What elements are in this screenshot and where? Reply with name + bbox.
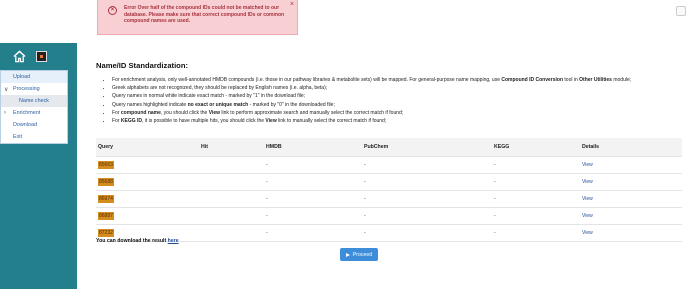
view-link[interactable]: View [582, 162, 593, 168]
query-cell: 86974 [98, 194, 114, 203]
instruction-item: Greek alphabets are not recognized, they… [112, 84, 631, 92]
col-header-pubchem: PubChem [364, 143, 389, 150]
save-icon[interactable] [36, 51, 47, 62]
table-row: 85663 - - - View [96, 156, 682, 173]
sidebar-item-processing[interactable]: ∨ Processing [1, 83, 67, 95]
col-header-details: Details [582, 143, 600, 150]
kegg-cell: - [494, 212, 496, 219]
hit-cell [201, 190, 266, 207]
results-table: Query Hit HMDB PubChem KEGG Details 8566… [96, 138, 682, 242]
page-title: Name/ID Standardization: [96, 61, 188, 70]
query-cell: 85688 [98, 177, 114, 186]
hmdb-cell: - [266, 161, 268, 168]
sidebar-item-label: Download [13, 122, 37, 128]
instruction-item: Query names in normal white indicate exa… [112, 92, 631, 100]
instructions-list: For enrichment analysis, only well-annot… [104, 76, 631, 125]
sidebar-item-exit[interactable]: Exit [1, 131, 67, 143]
toggle-box[interactable] [676, 6, 686, 16]
chevron-down-icon: ∨ [4, 86, 9, 93]
col-header-hit: Hit [201, 143, 208, 150]
proceed-label: Proceed [352, 251, 373, 258]
instruction-item: Query names highlighted indicate no exac… [112, 101, 631, 109]
pubchem-cell: - [364, 178, 366, 185]
hmdb-cell: - [266, 212, 268, 219]
kegg-cell: - [494, 195, 496, 202]
sidebar-item-label: Exit [13, 134, 22, 140]
download-link[interactable]: here [168, 238, 179, 244]
sidebar-item-label: Processing [13, 86, 40, 92]
sidebar-item-enrichment[interactable]: › Enrichment [1, 107, 67, 119]
error-label: Error [124, 5, 137, 11]
query-cell: 87232 [98, 228, 114, 237]
close-icon[interactable]: × [290, 1, 294, 8]
hit-cell [201, 207, 266, 224]
table-row: 86974 - - - View [96, 190, 682, 207]
sidebar-item-name-check[interactable]: Name check [1, 95, 67, 107]
sidebar-menu: Upload ∨ Processing Name check › Enrichmen… [0, 70, 68, 144]
table-row: 87232 - - - View [96, 224, 682, 241]
sidebar-item-upload[interactable]: Upload [1, 71, 67, 83]
sidebar-item-label: Enrichment [13, 110, 41, 116]
kegg-cell: - [494, 161, 496, 168]
hit-cell [201, 156, 266, 173]
view-link[interactable]: View [582, 213, 593, 219]
view-link[interactable]: View [582, 179, 593, 185]
table-row: 85688 - - - View [96, 173, 682, 190]
query-cell: 85663 [98, 160, 114, 169]
kegg-cell: - [494, 178, 496, 185]
chevron-right-icon: › [4, 110, 6, 116]
col-header-query: Query [98, 143, 113, 150]
query-cell: 86887 [98, 211, 114, 220]
sidebar: Upload ∨ Processing Name check › Enrichmen… [0, 43, 77, 289]
pubchem-cell: - [364, 229, 366, 236]
error-icon: × [108, 6, 117, 15]
instruction-item: For KEGG ID, it is possible to have mult… [112, 117, 631, 125]
play-icon [345, 252, 350, 257]
col-header-kegg: KEGG [494, 143, 510, 150]
hit-cell [201, 173, 266, 190]
hmdb-cell: - [266, 178, 268, 185]
kegg-cell: - [494, 229, 496, 236]
sidebar-toolbar [13, 50, 47, 63]
sidebar-item-label: Name check [19, 98, 49, 104]
sidebar-item-download[interactable]: Download [1, 119, 67, 131]
pubchem-cell: - [364, 212, 366, 219]
error-message: Error Over half of the compound IDs coul… [124, 5, 291, 25]
table-header-row: Query Hit HMDB PubChem KEGG Details [96, 138, 682, 156]
col-header-hmdb: HMDB [266, 143, 282, 150]
pubchem-cell: - [364, 195, 366, 202]
sidebar-item-label: Upload [13, 74, 31, 80]
error-text: Over half of the compound IDs could not … [124, 5, 285, 25]
download-note: You can download the result here [96, 238, 179, 244]
home-icon[interactable] [13, 50, 26, 63]
error-banner: × × Error Over half of the compound IDs … [97, 0, 298, 35]
hmdb-cell: - [266, 195, 268, 202]
instruction-item: For enrichment analysis, only well-annot… [112, 76, 631, 84]
view-link[interactable]: View [582, 230, 593, 236]
hmdb-cell: - [266, 229, 268, 236]
view-link[interactable]: View [582, 196, 593, 202]
download-text: You can download the result [96, 238, 168, 244]
hit-cell [201, 224, 266, 241]
table-row: 86887 - - - View [96, 207, 682, 224]
pubchem-cell: - [364, 161, 366, 168]
proceed-button[interactable]: Proceed [340, 248, 378, 261]
instruction-item: For compound name, you should click the … [112, 109, 631, 117]
